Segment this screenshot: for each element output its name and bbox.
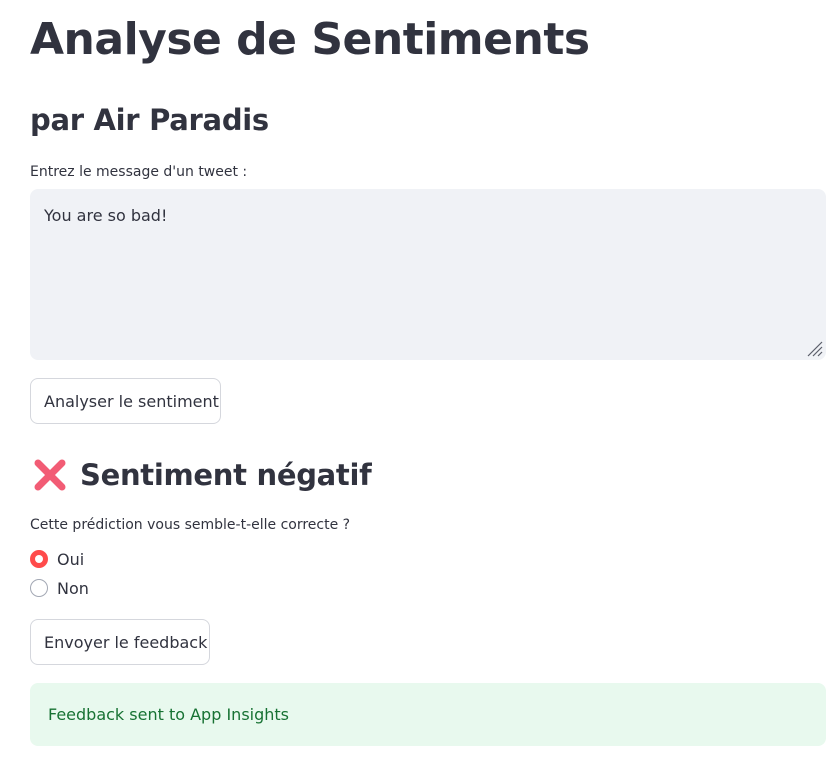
page-subtitle: par Air Paradis [30, 103, 269, 137]
radio-unselected-icon[interactable] [30, 579, 48, 597]
analyse-sentiment-button[interactable]: Analyser le sentiment [30, 378, 221, 424]
tweet-textarea[interactable] [30, 189, 826, 360]
sentiment-result: Sentiment négatif [30, 452, 372, 498]
radio-option-oui[interactable]: Oui [30, 546, 84, 572]
radio-selected-icon[interactable] [30, 550, 48, 568]
sentiment-result-text: Sentiment négatif [80, 458, 372, 492]
page-title: Analyse de Sentiments [30, 14, 590, 65]
radio-option-non[interactable]: Non [30, 575, 89, 601]
radio-label-non: Non [57, 578, 89, 598]
app-page: Analyse de Sentiments par Air Paradis En… [0, 0, 840, 770]
radio-label-oui: Oui [57, 549, 85, 569]
feedback-question: Cette prédiction vous semble-t-elle corr… [30, 517, 351, 533]
success-alert: Feedback sent to App Insights [30, 683, 826, 746]
cross-mark-icon [34, 459, 66, 491]
send-feedback-button[interactable]: Envoyer le feedback [30, 619, 210, 665]
tweet-input-label: Entrez le message d'un tweet : [30, 164, 248, 180]
resize-handle-icon[interactable] [805, 339, 823, 357]
